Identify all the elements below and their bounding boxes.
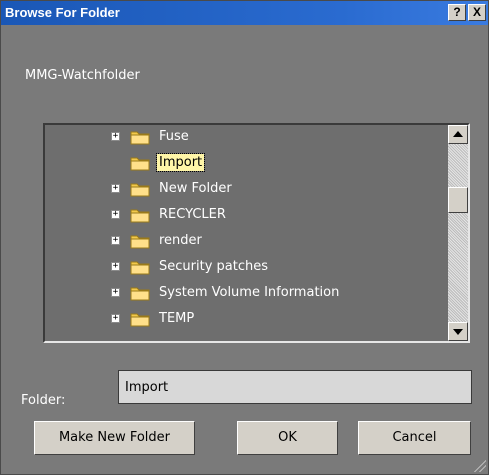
plus-box-icon[interactable]: +: [111, 210, 120, 219]
browse-for-folder-dialog: Browse For Folder ? X MMG-Watchfolder + F…: [0, 0, 489, 475]
tree-item-label: Fuse: [159, 129, 189, 144]
tree-item[interactable]: + render: [45, 231, 445, 251]
folder-icon: [130, 129, 150, 145]
vertical-scrollbar[interactable]: [448, 125, 468, 341]
tree-item[interactable]: Import: [45, 153, 445, 173]
tree-item[interactable]: + System Volume Information: [45, 283, 445, 303]
arrow-up-icon: [453, 131, 463, 137]
folder-icon: [130, 233, 150, 249]
folder-icon: [130, 259, 150, 275]
tree-item-label: Security patches: [159, 259, 268, 274]
plus-box-icon[interactable]: +: [111, 262, 120, 271]
dialog-title: Browse For Folder: [5, 5, 120, 20]
cancel-button[interactable]: Cancel: [358, 421, 471, 455]
close-button[interactable]: X: [468, 4, 486, 21]
tree-item[interactable]: + New Folder: [45, 179, 445, 199]
plus-box-icon[interactable]: +: [111, 132, 120, 141]
folder-icon: [130, 207, 150, 223]
tree-item[interactable]: + Fuse: [45, 127, 445, 147]
plus-box-icon[interactable]: +: [111, 236, 120, 245]
make-new-folder-button[interactable]: Make New Folder: [34, 421, 195, 455]
dialog-description: MMG-Watchfolder: [25, 68, 140, 83]
ok-button[interactable]: OK: [237, 421, 338, 455]
resize-grip[interactable]: [474, 460, 486, 472]
tree-item[interactable]: + Security patches: [45, 257, 445, 277]
scrollbar-track[interactable]: [448, 144, 468, 322]
folder-tree[interactable]: + Fuse Import + New Folder + RECYCLER + render + S…: [43, 123, 470, 343]
folder-icon: [130, 155, 150, 171]
tree-item-label: Import: [155, 153, 206, 172]
arrow-down-icon: [453, 329, 463, 335]
plus-box-icon[interactable]: +: [111, 288, 120, 297]
folder-icon: [130, 181, 150, 197]
folder-icon: [130, 311, 150, 327]
help-button[interactable]: ?: [448, 4, 466, 21]
plus-box-icon[interactable]: +: [111, 184, 120, 193]
tree-item-label: render: [159, 233, 202, 248]
plus-box-icon[interactable]: +: [111, 314, 120, 323]
tree-item-label: RECYCLER: [159, 207, 226, 222]
folder-input[interactable]: [118, 370, 472, 404]
scrollbar-thumb[interactable]: [448, 187, 468, 213]
folder-field-label: Folder:: [21, 393, 66, 408]
tree-item-label: New Folder: [159, 181, 232, 196]
scroll-up-button[interactable]: [448, 125, 468, 144]
tree-item-label: System Volume Information: [159, 285, 340, 300]
tree-item[interactable]: + RECYCLER: [45, 205, 445, 225]
folder-icon: [130, 285, 150, 301]
tree-item[interactable]: + TEMP: [45, 309, 445, 329]
scroll-down-button[interactable]: [448, 322, 468, 341]
title-bar[interactable]: Browse For Folder ? X: [1, 1, 488, 25]
tree-item-label: TEMP: [159, 311, 195, 326]
